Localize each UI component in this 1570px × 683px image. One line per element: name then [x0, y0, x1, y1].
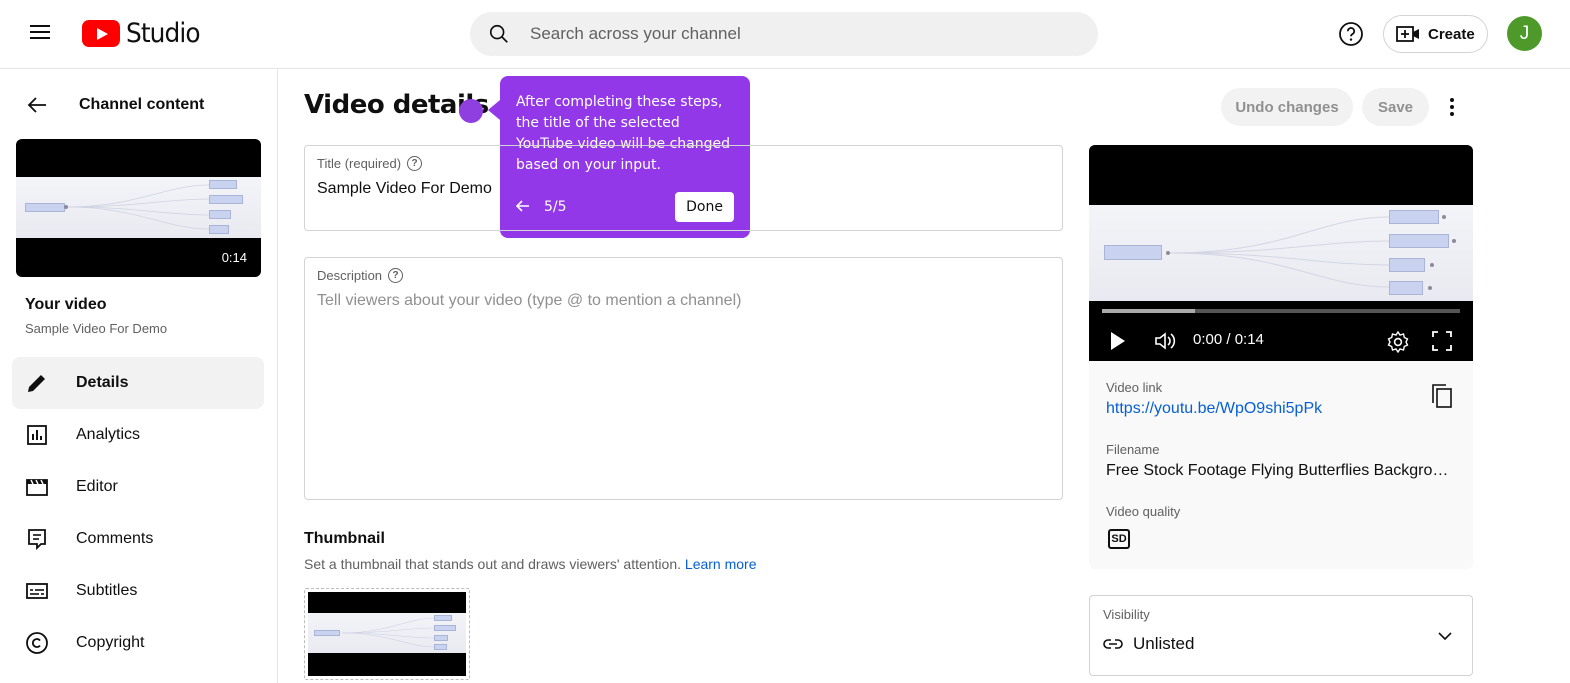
sidebar: Channel content 0:14 Your video Sample V… [0, 69, 278, 683]
video-info-card: 0:00 / 0:14 Video link https://youtu.be/… [1089, 145, 1473, 569]
help-icon[interactable]: ? [407, 156, 423, 171]
sidebar-nav: Details Analytics Editor Comments Subtit… [12, 357, 264, 669]
thumbnail-option[interactable] [304, 588, 470, 680]
link-icon [1103, 639, 1123, 649]
top-bar: Studio Create J [0, 0, 1570, 69]
sidebar-item-details[interactable]: Details [12, 357, 264, 409]
sidebar-item-label: Copyright [76, 634, 145, 651]
tour-beacon[interactable] [459, 99, 483, 123]
save-button[interactable]: Save [1362, 88, 1429, 126]
sd-quality-icon: SD [1108, 529, 1130, 549]
analytics-icon [27, 425, 47, 445]
learn-more-link[interactable]: Learn more [685, 556, 757, 572]
video-quality-label: Video quality [1106, 504, 1181, 519]
filename-value: Free Stock Footage Flying Butterflies Ba… [1106, 462, 1449, 479]
sidebar-item-subtitles[interactable]: Subtitles [12, 565, 264, 617]
back-label: Channel content [79, 96, 205, 113]
search-input[interactable] [530, 24, 1050, 44]
description-field[interactable]: Description ? Tell viewers about your vi… [304, 257, 1063, 500]
chevron-down-icon [1438, 632, 1452, 641]
sidebar-item-label: Details [76, 374, 129, 391]
sidebar-item-label: Analytics [76, 426, 141, 443]
subtitles-icon [26, 583, 48, 599]
description-input[interactable]: Tell viewers about your video (type @ to… [317, 292, 741, 310]
sidebar-item-label: Editor [76, 478, 118, 495]
back-to-channel-content[interactable]: Channel content [25, 93, 204, 117]
create-label: Create [1428, 25, 1475, 43]
sidebar-item-label: Comments [76, 530, 154, 547]
sidebar-item-comments[interactable]: Comments [12, 513, 264, 565]
your-video-label: Your video [25, 296, 107, 313]
video-link-label: Video link [1106, 380, 1163, 395]
main-content: Video details After completing these ste… [278, 69, 1570, 683]
fullscreen-icon[interactable] [1432, 331, 1452, 351]
comments-icon [28, 529, 46, 551]
volume-icon[interactable] [1153, 330, 1177, 352]
title-input[interactable]: Sample Video For Demo [317, 180, 492, 198]
time-display: 0:00 / 0:14 [1193, 331, 1264, 348]
sidebar-item-analytics[interactable]: Analytics [12, 409, 264, 461]
avatar[interactable]: J [1507, 16, 1542, 51]
video-link[interactable]: https://youtu.be/WpO9shi5pPk [1106, 400, 1451, 418]
studio-logo[interactable]: Studio [82, 17, 206, 49]
video-title-sub: Sample Video For Demo [25, 321, 168, 336]
help-icon[interactable] [1338, 21, 1364, 47]
youtube-logo-icon [82, 19, 120, 47]
visibility-dropdown[interactable]: Visibility Unlisted [1089, 595, 1473, 676]
undo-changes-button[interactable]: Undo changes [1221, 88, 1353, 126]
create-video-icon [1396, 26, 1419, 42]
thumbnail-subtitle-text: Set a thumbnail that stands out and draw… [304, 556, 682, 572]
sidebar-item-editor[interactable]: Editor [12, 461, 264, 513]
search-bar[interactable] [470, 12, 1098, 56]
play-icon[interactable] [1111, 332, 1125, 350]
search-icon [489, 24, 508, 43]
title-field[interactable]: Title (required) ? Sample Video For Demo [304, 145, 1063, 231]
logo-text: Studio [126, 17, 201, 49]
arrow-back-icon [27, 97, 46, 113]
video-duration: 0:14 [221, 250, 247, 265]
video-thumbnail[interactable]: 0:14 [16, 139, 261, 277]
thumbnail-subtitle: Set a thumbnail that stands out and draw… [304, 556, 757, 572]
gear-icon[interactable] [1386, 330, 1410, 354]
video-player[interactable]: 0:00 / 0:14 [1089, 145, 1473, 361]
editor-icon [26, 479, 48, 496]
copy-icon[interactable] [1431, 383, 1453, 409]
filename-label: Filename [1106, 442, 1160, 457]
description-field-label: Description [317, 268, 383, 283]
player-controls: 0:00 / 0:14 [1089, 325, 1473, 357]
pencil-icon [28, 375, 45, 392]
video-progress-bar[interactable] [1102, 309, 1460, 313]
help-icon[interactable]: ? [388, 268, 404, 283]
visibility-value: Unlisted [1133, 634, 1195, 653]
create-button[interactable]: Create [1383, 15, 1488, 53]
sidebar-item-copyright[interactable]: Copyright [12, 617, 264, 669]
title-field-label: Title (required) [317, 156, 402, 171]
menu-icon[interactable] [28, 22, 52, 46]
sidebar-item-label: Subtitles [76, 582, 138, 599]
more-options-icon[interactable] [1438, 93, 1466, 121]
thumbnail-heading: Thumbnail [304, 530, 385, 547]
copyright-icon [26, 632, 48, 654]
visibility-label: Visibility [1103, 607, 1150, 622]
